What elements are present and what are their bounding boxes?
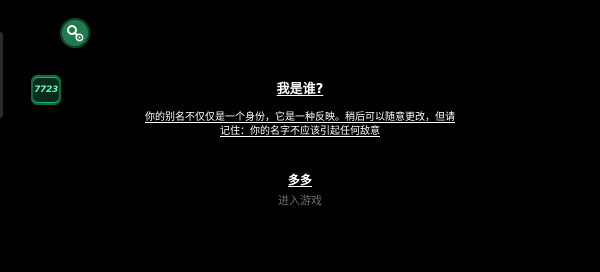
name-dialog: 我是谁? 你的别名不仅仅是一个身份，它是一种反映。稍后可以随意更改，但请记住：你… [140,78,460,139]
app-badge-button[interactable]: 7723 [31,75,61,105]
dialog-description: 你的别名不仅仅是一个身份，它是一种反映。稍后可以随意更改，但请记住：你的名字不应… [145,112,455,137]
dialog-title: 我是谁? [276,82,324,97]
edge-handle[interactable] [0,32,3,118]
game-screen: 7723 我是谁? 你的别名不仅仅是一个身份，它是一种反映。稍后可以随意更改，但… [0,0,600,272]
player-name-field[interactable]: 多多 [0,171,600,188]
app-badge-label: 7723 [33,78,59,102]
enter-game-button[interactable]: 进入游戏 [0,192,600,208]
floating-tool-button[interactable] [60,18,90,48]
key-gear-icon [67,25,84,42]
